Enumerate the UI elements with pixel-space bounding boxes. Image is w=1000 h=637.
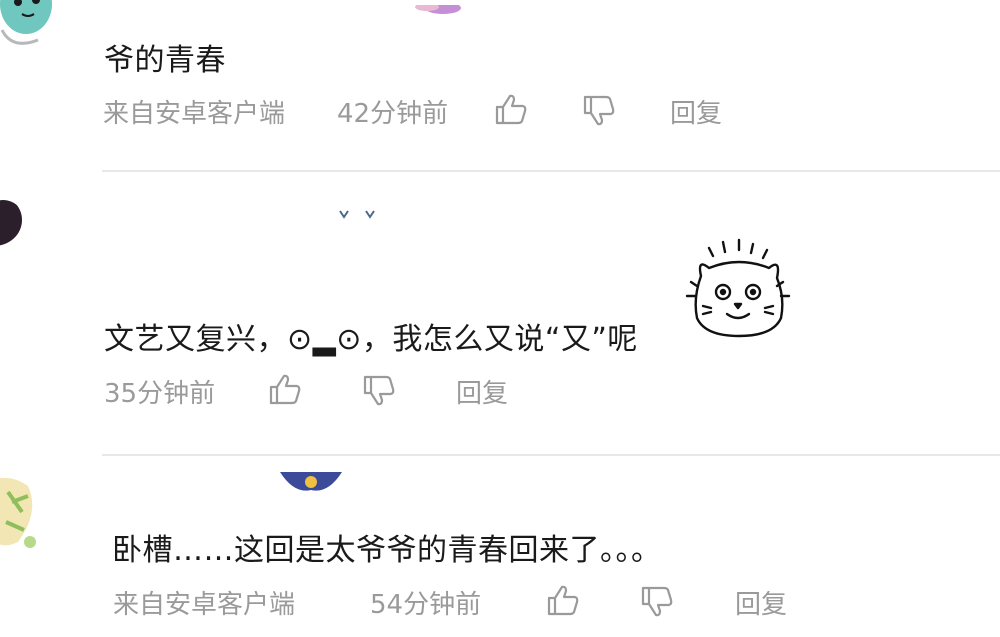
decoration-flower — [405, 0, 465, 14]
reply-button[interactable]: 回复 — [456, 373, 508, 410]
divider — [102, 454, 1000, 456]
comment-text: 爷的青春 — [104, 43, 226, 78]
thumbs-down-icon[interactable] — [362, 374, 396, 408]
thumbs-up-icon[interactable] — [494, 92, 528, 126]
decoration-dots — [336, 204, 384, 219]
thumbs-up-icon[interactable] — [268, 372, 302, 406]
comment-text: 卧槽……这回是太爷爷的青春回来了。。。 — [112, 533, 662, 568]
comment-time: 42分钟前 — [337, 99, 449, 129]
user-avatar-1[interactable] — [0, 0, 56, 62]
decoration-badge — [276, 472, 346, 496]
thumbs-down-icon[interactable] — [640, 585, 674, 619]
thumbs-down-icon[interactable] — [582, 94, 616, 128]
comment-time: 54分钟前 — [370, 590, 482, 620]
comment-time: 35分钟前 — [104, 379, 216, 409]
user-avatar-3[interactable] — [0, 472, 48, 562]
divider — [102, 170, 1000, 172]
comment-source: 来自安卓客户端 — [103, 99, 286, 129]
reply-button[interactable]: 回复 — [735, 584, 787, 621]
comment-text: 文艺又复兴，⊙▂⊙，我怎么又说“又”呢 — [104, 322, 638, 357]
thumbs-up-icon[interactable] — [546, 583, 580, 617]
comment-source: 来自安卓客户端 — [113, 590, 296, 620]
user-avatar-2[interactable] — [0, 200, 26, 250]
reply-button[interactable]: 回复 — [670, 93, 722, 130]
shocked-cat-sticker — [683, 238, 795, 340]
